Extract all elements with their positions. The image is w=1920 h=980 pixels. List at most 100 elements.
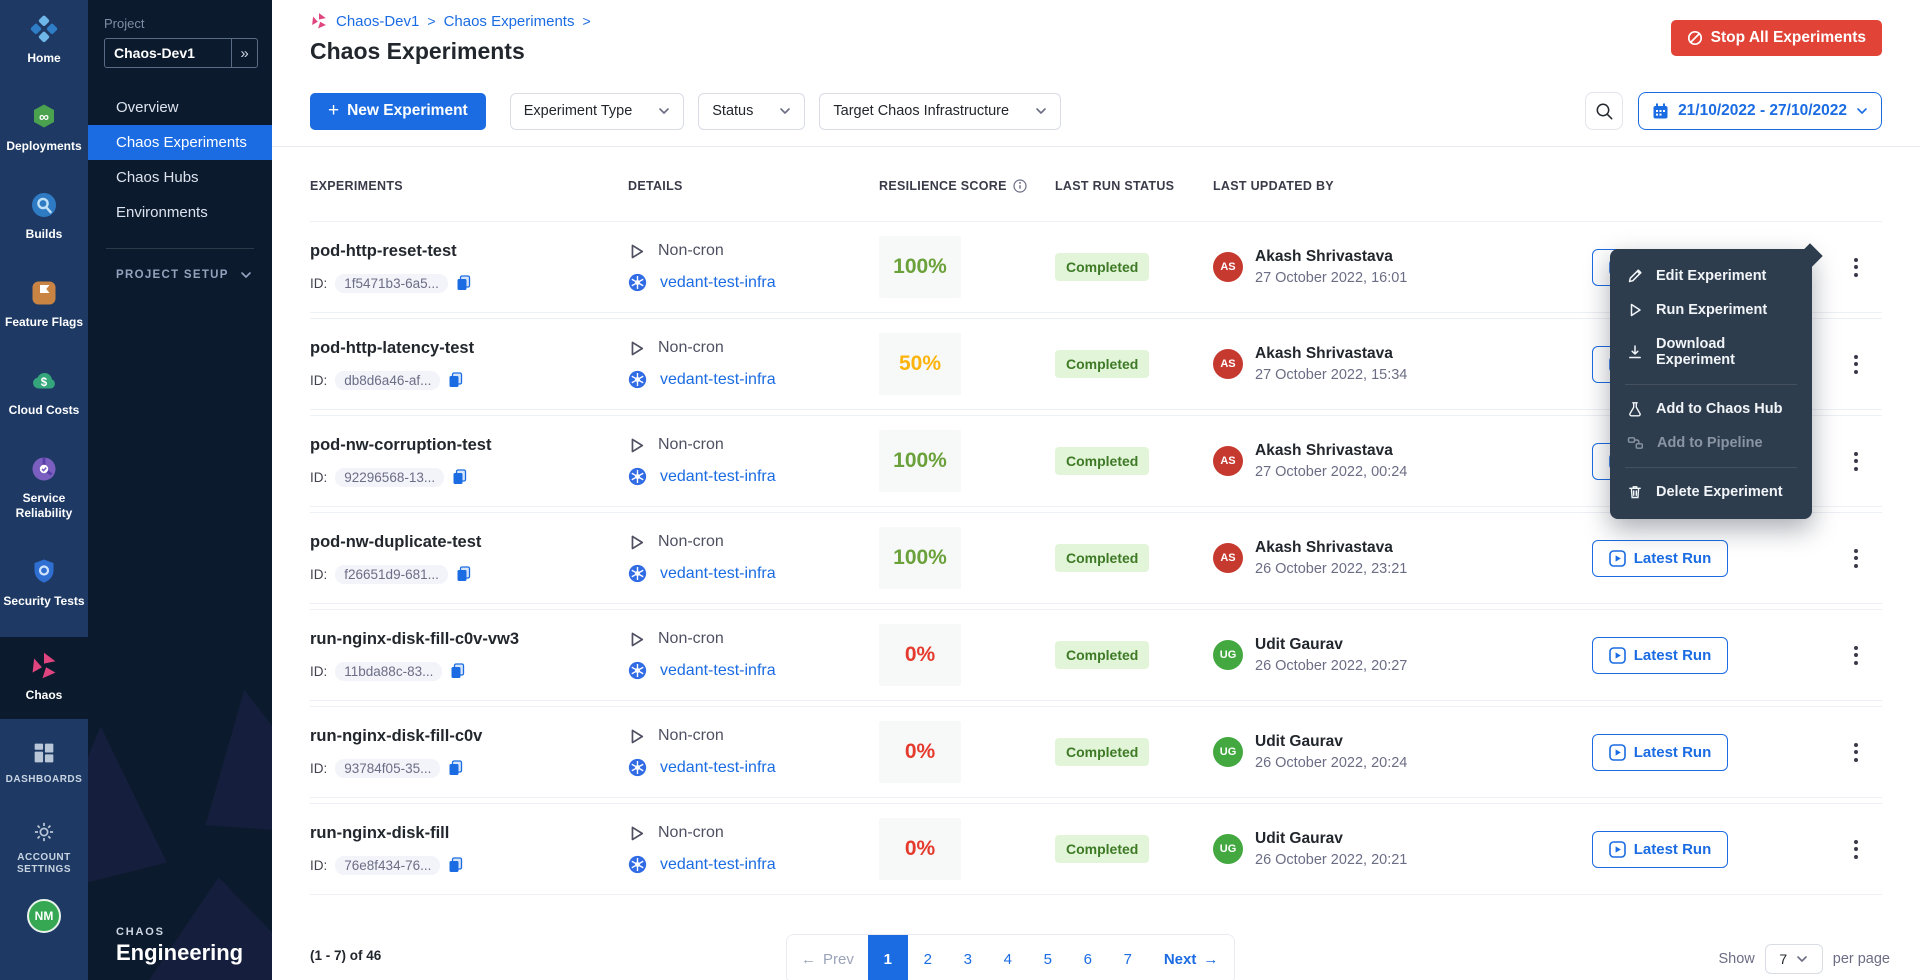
- info-icon[interactable]: [1013, 179, 1027, 193]
- pagination-page-3[interactable]: 3: [948, 935, 988, 980]
- sidebar-item-chaos-experiments[interactable]: Chaos Experiments: [88, 125, 272, 160]
- column-header-last-updated-by: LAST UPDATED BY: [1213, 179, 1592, 193]
- pagination-page-7[interactable]: 7: [1108, 935, 1148, 980]
- pagination-next-button[interactable]: Next →: [1148, 935, 1235, 980]
- more-options-icon[interactable]: [1844, 446, 1868, 476]
- column-header-label: RESILIENCE SCORE: [879, 179, 1007, 193]
- experiment-name[interactable]: pod-nw-corruption-test: [310, 436, 628, 455]
- pagination-page-1[interactable]: 1: [868, 935, 908, 980]
- infrastructure-link[interactable]: vedant-test-infra: [660, 565, 776, 583]
- latest-run-button[interactable]: Latest Run: [1592, 831, 1728, 868]
- latest-run-button[interactable]: Latest Run: [1592, 540, 1728, 577]
- project-label: Project: [104, 16, 272, 31]
- project-setup-toggle[interactable]: PROJECT SETUP: [88, 269, 272, 281]
- more-options-icon[interactable]: [1844, 349, 1868, 379]
- sidebar-item-label: Feature Flags: [5, 315, 83, 330]
- more-options-icon[interactable]: [1844, 640, 1868, 670]
- experiment-name[interactable]: pod-nw-duplicate-test: [310, 533, 628, 552]
- resilience-score-cell: 100%: [879, 430, 1055, 492]
- breadcrumb-link[interactable]: Chaos-Dev1: [336, 13, 419, 30]
- user-name: Udit Gaurav: [1255, 636, 1407, 654]
- user-name: Udit Gaurav: [1255, 733, 1407, 751]
- experiment-name[interactable]: run-nginx-disk-fill-c0v-vw3: [310, 630, 628, 649]
- trash-icon: [1627, 484, 1643, 500]
- sidebar-item-home[interactable]: Home: [0, 4, 88, 78]
- module-brand: CHAOS Engineering: [116, 926, 243, 966]
- pagination-page-2[interactable]: 2: [908, 935, 948, 980]
- copy-icon[interactable]: [448, 372, 463, 388]
- more-options-icon[interactable]: [1844, 737, 1868, 767]
- copy-icon[interactable]: [452, 469, 467, 485]
- project-selector[interactable]: Chaos-Dev1 »: [104, 38, 258, 68]
- copy-icon[interactable]: [448, 760, 463, 776]
- infrastructure-link[interactable]: vedant-test-infra: [660, 468, 776, 486]
- infra-line: vedant-test-infra: [628, 758, 879, 777]
- infrastructure-link[interactable]: vedant-test-infra: [660, 856, 776, 874]
- sidebar-item-chaos[interactable]: Chaos: [0, 637, 88, 719]
- copy-icon[interactable]: [450, 663, 465, 679]
- sidebar-item-service-reliability[interactable]: Service Reliability: [0, 444, 88, 533]
- latest-run-label: Latest Run: [1634, 744, 1712, 761]
- more-options-icon[interactable]: [1844, 834, 1868, 864]
- breadcrumb-link[interactable]: Chaos Experiments: [444, 13, 575, 30]
- schedule-line: Non-cron: [628, 242, 879, 260]
- infrastructure-link[interactable]: vedant-test-infra: [660, 662, 776, 680]
- pagination-page-5[interactable]: 5: [1028, 935, 1068, 980]
- play-outline-icon: [628, 437, 645, 454]
- experiment-details-cell: Non-cronvedant-test-infra: [628, 436, 879, 486]
- experiment-name[interactable]: pod-http-latency-test: [310, 339, 628, 358]
- sidebar-item-account-settings[interactable]: ACCOUNT SETTINGS: [0, 809, 88, 889]
- search-button[interactable]: [1585, 92, 1623, 130]
- experiment-name[interactable]: pod-http-reset-test: [310, 242, 628, 261]
- filter-label: Experiment Type: [524, 103, 633, 119]
- sidebar-item-label: Home: [27, 51, 60, 66]
- more-options-icon[interactable]: [1844, 252, 1868, 282]
- menu-item-add-to-chaos-hub[interactable]: Add to Chaos Hub: [1610, 392, 1812, 426]
- menu-item-label: Add to Chaos Hub: [1656, 401, 1782, 417]
- menu-item-download-experiment[interactable]: Download Experiment: [1610, 327, 1812, 377]
- stop-all-experiments-button[interactable]: Stop All Experiments: [1671, 20, 1882, 56]
- sidebar-item-security-tests[interactable]: Security Tests: [0, 547, 88, 621]
- more-options-icon[interactable]: [1844, 543, 1868, 573]
- infrastructure-link[interactable]: vedant-test-infra: [660, 759, 776, 777]
- chevron-down-icon: [240, 269, 252, 281]
- row-actions-cell: [1844, 640, 1882, 670]
- chevron-down-icon: [1035, 105, 1047, 117]
- sidebar-item-feature-flags[interactable]: Feature Flags: [0, 268, 88, 342]
- sidebar-item-chaos-hubs[interactable]: Chaos Hubs: [88, 160, 272, 195]
- sidebar-item-builds[interactable]: Builds: [0, 180, 88, 254]
- new-experiment-button[interactable]: + New Experiment: [310, 93, 486, 130]
- pagination-prev-button[interactable]: ← Prev: [787, 935, 868, 980]
- menu-item-delete-experiment[interactable]: Delete Experiment: [1610, 475, 1812, 509]
- latest-run-button[interactable]: Latest Run: [1592, 734, 1728, 771]
- copy-icon[interactable]: [456, 566, 471, 582]
- infrastructure-link[interactable]: vedant-test-infra: [660, 371, 776, 389]
- pagination-page-6[interactable]: 6: [1068, 935, 1108, 980]
- sidebar-item-dashboards[interactable]: DASHBOARDS: [0, 729, 88, 799]
- filter-status[interactable]: Status: [698, 93, 805, 130]
- copy-icon[interactable]: [448, 857, 463, 873]
- page-size-select[interactable]: 7: [1765, 944, 1823, 974]
- sidebar-item-environments[interactable]: Environments: [88, 195, 272, 230]
- menu-item-edit-experiment[interactable]: Edit Experiment: [1610, 259, 1812, 293]
- sidebar-item-overview[interactable]: Overview: [88, 90, 272, 125]
- filter-experiment-type[interactable]: Experiment Type: [510, 93, 685, 130]
- user-avatar[interactable]: NM: [27, 899, 61, 933]
- run-icon: [1609, 550, 1626, 567]
- row-actions-cell: [1844, 543, 1882, 573]
- id-value: 93784f05-35...: [335, 759, 440, 778]
- infrastructure-link[interactable]: vedant-test-infra: [660, 274, 776, 292]
- collapse-panel-button[interactable]: »: [231, 39, 257, 67]
- copy-icon[interactable]: [456, 275, 471, 291]
- play-outline-icon: [628, 243, 645, 260]
- pagination-page-4[interactable]: 4: [988, 935, 1028, 980]
- latest-run-button[interactable]: Latest Run: [1592, 637, 1728, 674]
- date-range-picker[interactable]: 21/10/2022 - 27/10/2022: [1638, 92, 1882, 130]
- filter-target-chaos-infrastructure[interactable]: Target Chaos Infrastructure: [819, 93, 1061, 130]
- sidebar-item-deployments[interactable]: ∞Deployments: [0, 92, 88, 166]
- brand-large: Engineering: [116, 940, 243, 966]
- experiment-name[interactable]: run-nginx-disk-fill: [310, 824, 628, 843]
- menu-item-run-experiment[interactable]: Run Experiment: [1610, 293, 1812, 327]
- experiment-name[interactable]: run-nginx-disk-fill-c0v: [310, 727, 628, 746]
- sidebar-item-cloud-costs[interactable]: $Cloud Costs: [0, 356, 88, 430]
